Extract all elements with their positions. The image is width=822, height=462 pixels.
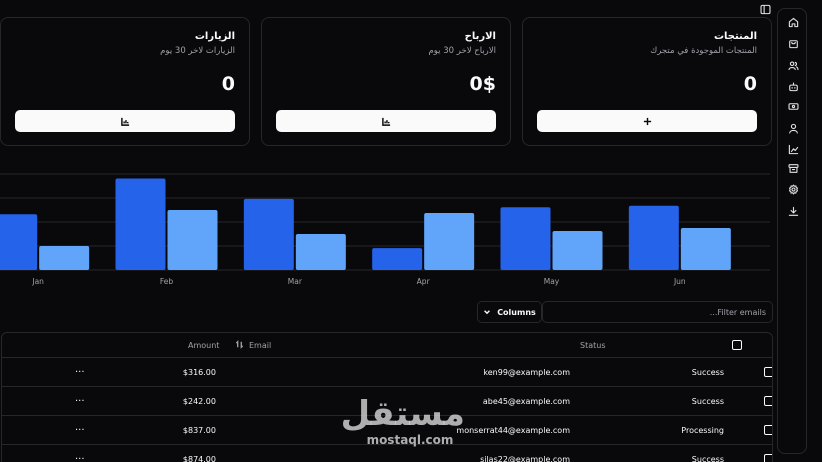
download-icon[interactable] bbox=[785, 203, 801, 219]
email-cell: silas22@example.com bbox=[480, 454, 570, 462]
earnings-chart-button[interactable] bbox=[276, 110, 496, 132]
columns-button[interactable]: Columns bbox=[477, 301, 542, 323]
email-sort-button[interactable]: Email bbox=[235, 333, 271, 357]
status-cell: Success bbox=[691, 454, 724, 462]
bar-feb-series-2 bbox=[167, 210, 218, 270]
row-checkbox[interactable] bbox=[764, 416, 772, 444]
table-row: Success silas22@example.com $874.00 ··· bbox=[2, 445, 772, 462]
bar-may-series-2 bbox=[552, 231, 603, 270]
archive-icon[interactable] bbox=[785, 160, 801, 176]
email-cell: ken99@example.com bbox=[483, 367, 570, 377]
sidebar-nav bbox=[777, 8, 807, 454]
table-row: Success ken99@example.com $316.00 ··· bbox=[2, 358, 772, 387]
table-row: Processing monserrat44@example.com $837.00… bbox=[2, 416, 772, 445]
sort-icon bbox=[235, 339, 244, 351]
banknote-icon[interactable] bbox=[785, 98, 801, 114]
card-value: 0 bbox=[743, 73, 757, 95]
card-title: الارباح bbox=[464, 31, 496, 42]
card-value: 0$ bbox=[469, 73, 496, 95]
status-cell: Processing bbox=[681, 425, 724, 435]
row-actions-button[interactable]: ··· bbox=[75, 445, 85, 462]
visits-chart-button[interactable] bbox=[15, 110, 235, 132]
x-tick-label: Apr bbox=[417, 277, 431, 286]
status-header: Status bbox=[580, 340, 606, 350]
bot-icon[interactable] bbox=[785, 78, 801, 94]
bar-mar-series-1 bbox=[243, 198, 294, 270]
x-tick-label: May bbox=[544, 277, 560, 286]
bar-apr-series-2 bbox=[424, 213, 475, 270]
table-row: Success abe45@example.com $242.00 ··· bbox=[2, 387, 772, 416]
bar-chart-svg: Jan Feb Mar Apr May Jun bbox=[0, 173, 770, 286]
bar-feb-series-1 bbox=[115, 178, 166, 270]
status-cell: Success bbox=[691, 396, 724, 406]
columns-label: Columns bbox=[497, 307, 536, 317]
x-tick-label: Feb bbox=[160, 277, 174, 286]
card-description: الارباح لاخر 30 يوم bbox=[428, 46, 496, 56]
card-visits: الزيارات الزيارات لاخر 30 يوم 0 bbox=[0, 17, 250, 146]
settings-icon[interactable] bbox=[785, 181, 801, 197]
row-checkbox[interactable] bbox=[764, 358, 772, 386]
filter-emails-input[interactable] bbox=[542, 301, 773, 323]
email-cell: abe45@example.com bbox=[482, 396, 570, 406]
chart-icon bbox=[381, 117, 390, 126]
users-icon[interactable] bbox=[785, 57, 801, 73]
add-product-button[interactable] bbox=[537, 110, 757, 132]
chart-icon[interactable] bbox=[785, 141, 801, 157]
card-title: المنتجات bbox=[713, 31, 757, 42]
row-actions-button[interactable]: ··· bbox=[75, 387, 85, 415]
card-description: الزيارات لاخر 30 يوم bbox=[160, 46, 235, 56]
bar-may-series-1 bbox=[500, 207, 551, 270]
x-tick-label: Jun bbox=[673, 277, 686, 286]
bar-jun-series-2 bbox=[680, 228, 731, 270]
amount-cell: $837.00 bbox=[182, 425, 216, 435]
bar-jan-series-1 bbox=[0, 214, 38, 270]
card-products: المنتجات المنتجات الموجودة في متجرك 0 bbox=[522, 17, 772, 146]
chart-icon bbox=[120, 117, 129, 126]
table-header: Status Email Amount bbox=[2, 333, 772, 358]
shopping-bag-icon[interactable] bbox=[785, 35, 801, 51]
home-icon[interactable] bbox=[785, 14, 801, 30]
chevron-down-icon bbox=[484, 310, 491, 315]
user-icon[interactable] bbox=[785, 120, 801, 136]
status-cell: Success bbox=[691, 367, 724, 377]
bar-jun-series-1 bbox=[628, 205, 679, 270]
x-tick-label: Jan bbox=[31, 277, 44, 286]
bar-apr-series-1 bbox=[372, 248, 423, 270]
card-value: 0 bbox=[221, 73, 235, 95]
amount-cell: $242.00 bbox=[182, 396, 216, 406]
row-actions-button[interactable]: ··· bbox=[75, 358, 85, 386]
row-actions-button[interactable]: ··· bbox=[75, 416, 85, 444]
card-description: المنتجات الموجودة في متجرك bbox=[650, 46, 757, 56]
row-checkbox[interactable] bbox=[764, 445, 772, 462]
card-title: الزيارات bbox=[194, 31, 235, 42]
email-cell: monserrat44@example.com bbox=[456, 425, 570, 435]
x-tick-label: Mar bbox=[288, 277, 303, 286]
bar-chart: Jan Feb Mar Apr May Jun bbox=[0, 160, 770, 295]
plus-icon bbox=[643, 117, 651, 125]
card-earnings: الارباح الارباح لاخر 30 يوم 0$ bbox=[261, 17, 511, 146]
panel-toggle-icon[interactable] bbox=[757, 1, 773, 17]
select-all-checkbox[interactable] bbox=[732, 333, 742, 357]
email-header: Email bbox=[249, 340, 272, 350]
bar-mar-series-2 bbox=[295, 234, 346, 270]
amount-header: Amount bbox=[188, 340, 220, 350]
amount-cell: $316.00 bbox=[182, 367, 216, 377]
amount-cell: $874.00 bbox=[182, 454, 216, 462]
data-table: Status Email Amount Success ken99@example… bbox=[1, 332, 773, 462]
row-checkbox[interactable] bbox=[764, 387, 772, 415]
bar-jan-series-2 bbox=[39, 246, 90, 270]
